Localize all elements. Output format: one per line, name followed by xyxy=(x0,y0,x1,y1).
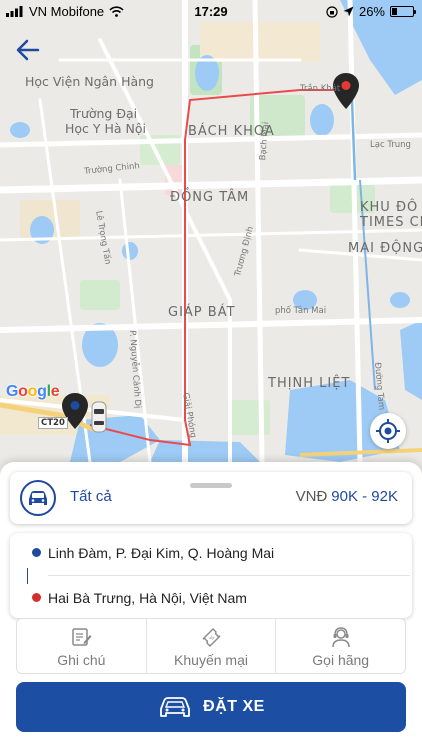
map-street-label: Lạc Trung xyxy=(370,140,411,150)
map-street-label: phố Tân Mai xyxy=(275,306,327,316)
map-area-label: ĐỒNG TÂM xyxy=(170,190,250,205)
route-connector xyxy=(27,568,28,584)
note-button[interactable]: Ghi chú xyxy=(17,619,147,673)
vehicle-type-badge xyxy=(20,480,56,516)
fare-estimate: VNĐ 90K - 92K xyxy=(296,488,398,505)
status-bar: VN Mobifone 17:29 26% xyxy=(0,0,422,22)
car-icon xyxy=(29,491,47,505)
vehicle-type-label: Tất cả xyxy=(70,488,112,505)
book-ride-label: ĐẶT XE xyxy=(203,698,265,715)
location-arrow-icon xyxy=(343,6,354,17)
google-logo: Google xyxy=(6,383,60,400)
pickup-address[interactable]: Linh Đàm, P. Đại Kim, Q. Hoàng Mai xyxy=(48,545,274,561)
map-poi-label: Trường Đại xyxy=(70,106,138,121)
call-operator-icon xyxy=(331,627,350,648)
map-area-label: TIMES CI xyxy=(360,215,422,230)
map-area-label: THỊNH LIỆT xyxy=(268,376,351,391)
car-outline-icon xyxy=(160,697,191,717)
back-arrow-icon xyxy=(16,39,40,61)
book-ride-button[interactable]: ĐẶT XE xyxy=(16,682,406,732)
dropoff-address[interactable]: Hai Bà Trưng, Hà Nội, Việt Nam xyxy=(48,590,247,606)
action-bar: Ghi chú % Khuyến mại Gọi hãng xyxy=(16,618,406,674)
promo-button[interactable]: % Khuyến mại xyxy=(147,619,277,673)
dropoff-dot xyxy=(32,593,41,602)
vehicle-selector[interactable]: Tất cả VNĐ 90K - 92K xyxy=(10,472,412,524)
pickup-dot xyxy=(32,548,41,557)
map-poi-label: Học Y Hà Nội xyxy=(65,121,147,136)
map-street-label: Trần Khát xyxy=(300,84,341,94)
driver-car-icon xyxy=(91,401,107,433)
price-range: 90K - 92K xyxy=(331,488,398,505)
currency-label: VNĐ xyxy=(295,488,328,505)
route-divider xyxy=(48,575,410,576)
map-highway-shield: CT20 xyxy=(38,417,68,429)
sheet-drag-handle[interactable] xyxy=(190,483,232,488)
back-button[interactable] xyxy=(14,36,44,64)
battery-icon xyxy=(390,6,416,17)
map-area-label: GIÁP BÁT xyxy=(168,305,236,320)
call-operator-label: Gọi hãng xyxy=(312,652,370,668)
promo-label: Khuyến mại xyxy=(174,652,248,668)
crosshair-icon xyxy=(376,419,400,443)
promo-ticket-icon: % xyxy=(202,628,221,647)
orientation-lock-icon xyxy=(326,5,338,18)
map-area-label: MAI ĐỘNG xyxy=(348,241,422,256)
map-poi-label: Học Viện Ngân Hàng xyxy=(25,74,154,89)
map-area-label: KHU ĐÔ xyxy=(360,200,419,215)
note-icon xyxy=(72,628,92,646)
note-label: Ghi chú xyxy=(57,652,106,668)
battery-percent: 26% xyxy=(358,4,385,19)
locate-me-button[interactable] xyxy=(370,413,406,449)
call-operator-button[interactable]: Gọi hãng xyxy=(276,619,405,673)
